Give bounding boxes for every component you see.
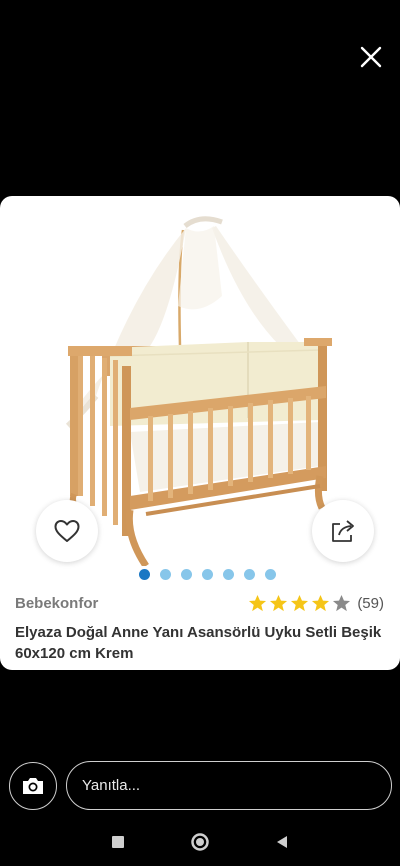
product-title[interactable]: Elyaza Doğal Anne Yanı Asansörlü Uyku Se… [15, 622, 385, 664]
product-rating[interactable]: (59) [248, 594, 384, 613]
camera-icon [23, 778, 43, 794]
recents-button[interactable] [106, 830, 130, 854]
product-card[interactable]: Bebekonfor (59) Elyaza Doğal Anne Yanı A… [0, 196, 400, 670]
pagination-dot[interactable] [243, 569, 255, 580]
heart-icon [54, 520, 80, 542]
pagination-dot[interactable] [264, 569, 276, 580]
pagination-dot[interactable] [201, 569, 213, 580]
triangle-back-icon [277, 836, 287, 848]
star-full-icon [270, 594, 288, 612]
star-full-icon [312, 594, 330, 612]
circle-icon [191, 833, 209, 851]
close-button[interactable] [354, 40, 388, 74]
star-full-icon [291, 594, 309, 612]
star-full-icon [249, 594, 267, 612]
pagination-dot[interactable] [180, 569, 192, 580]
square-icon [112, 836, 124, 848]
home-button[interactable] [188, 830, 212, 854]
reply-bar [0, 760, 400, 812]
share-icon [332, 520, 354, 542]
pagination-dot[interactable] [159, 569, 171, 580]
system-navigation-bar [0, 822, 400, 862]
reply-input[interactable] [66, 761, 392, 810]
star-empty-icon [333, 594, 351, 612]
pagination-dot[interactable] [222, 569, 234, 580]
back-button[interactable] [270, 830, 294, 854]
rating-count: (59) [357, 595, 384, 612]
image-pagination [0, 569, 400, 580]
pagination-dot-active[interactable] [138, 569, 150, 580]
close-icon [360, 46, 382, 68]
share-button[interactable] [312, 500, 374, 562]
camera-button[interactable] [9, 762, 57, 810]
brand-name[interactable]: Bebekonfor [15, 595, 98, 612]
favorite-button[interactable] [36, 500, 98, 562]
